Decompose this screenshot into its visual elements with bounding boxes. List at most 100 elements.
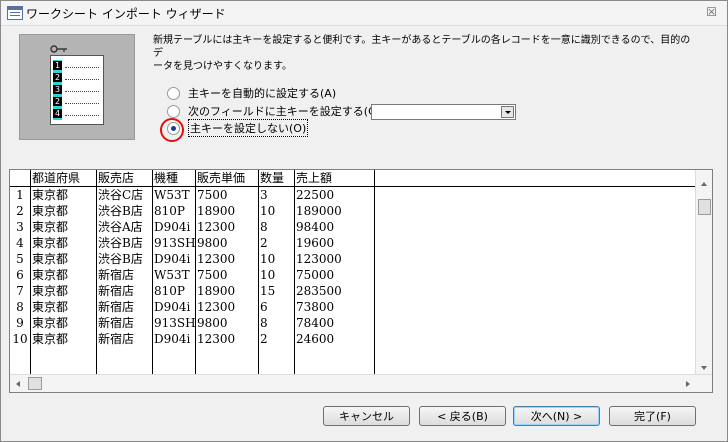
table-cell: 913SH [154, 236, 195, 250]
thumbnail-row: 1 [51, 61, 103, 71]
radio-button[interactable] [167, 86, 180, 100]
table-cell: 24600 [296, 332, 335, 346]
table-row[interactable]: 5 東京都 渋谷B店 D904i 12300 10 123000 [10, 251, 695, 267]
option-auto-key[interactable]: 主キーを自動的に設定する(A) [167, 85, 336, 101]
window-title: ワークシート インポート ウィザード [26, 7, 226, 21]
table-cell: 913SH [154, 316, 195, 330]
table-cell: 73800 [296, 300, 335, 314]
cancel-button[interactable]: キャンセル [323, 406, 410, 426]
table-row[interactable]: 8 東京都 新宿店 D904i 12300 6 73800 [10, 299, 695, 315]
column-header[interactable]: 数量 [258, 170, 294, 186]
scroll-up-icon[interactable] [701, 182, 707, 186]
table-row[interactable]: 4 東京都 渋谷B店 913SH 9800 2 19600 [10, 235, 695, 251]
thumbnail-row-number: 2 [53, 97, 62, 106]
table-cell: 6 [260, 300, 268, 314]
column-header[interactable]: 都道府県 [30, 170, 96, 186]
option-no-key[interactable]: 主キーを設定しない(O) [167, 119, 309, 137]
table-cell: 渋谷B店 [98, 252, 143, 266]
table-cell: 9800 [197, 316, 228, 330]
scroll-right-icon[interactable] [686, 381, 690, 387]
table-cell: 810P [154, 284, 185, 298]
table-cell: 123000 [296, 252, 342, 266]
scroll-left-icon[interactable] [16, 381, 20, 387]
column-header[interactable]: 機種 [152, 170, 195, 186]
row-number: 8 [16, 300, 24, 314]
back-button[interactable]: < 戻る(B) [419, 406, 506, 426]
row-number: 5 [16, 252, 24, 266]
row-number: 9 [16, 316, 24, 330]
table-cell: 12300 [197, 220, 236, 234]
table-row[interactable]: 2 東京都 渋谷B店 810P 18900 10 189000 [10, 203, 695, 219]
form-icon [7, 6, 23, 20]
table-thumbnail: 1 2 3 2 4 [50, 55, 104, 125]
table-cell: 新宿店 [98, 300, 135, 314]
table-cell: 810P [154, 204, 185, 218]
table-cell: D904i [154, 300, 191, 314]
table-cell: D904i [154, 252, 191, 266]
grid-content: 都道府県 販売店 機種 販売単価 数量 売上額 1 東京都 渋谷C店 W53T 7500 3 22500… [10, 170, 695, 374]
scroll-thumb[interactable] [28, 377, 42, 390]
thumbnail-cell [65, 87, 99, 92]
finish-button[interactable]: 完了(F) [609, 406, 696, 426]
table-cell: 3 [260, 188, 268, 202]
table-cell: 19600 [296, 236, 335, 250]
thumbnail-cell [65, 75, 99, 80]
thumbnail-cell [65, 99, 99, 104]
thumbnail-row: 3 [51, 85, 103, 95]
row-number: 2 [16, 204, 24, 218]
table-cell: 2 [260, 332, 268, 346]
table-cell: 新宿店 [98, 316, 135, 330]
table-cell: W53T [154, 268, 190, 282]
table-cell: 18900 [197, 284, 236, 298]
thumbnail-row-number: 2 [53, 73, 62, 82]
table-row[interactable]: 9 東京都 新宿店 913SH 9800 8 78400 [10, 315, 695, 331]
table-row[interactable]: 1 東京都 渋谷C店 W53T 7500 3 22500 [10, 187, 695, 203]
scroll-thumb[interactable] [698, 199, 711, 215]
table-row[interactable]: 3 東京都 渋谷A店 D904i 12300 8 98400 [10, 219, 695, 235]
table-row[interactable]: 10 東京都 新宿店 D904i 12300 2 24600 [10, 331, 695, 347]
table-cell: 東京都 [32, 332, 69, 346]
key-field-select[interactable] [371, 104, 516, 120]
table-cell: D904i [154, 220, 191, 234]
close-icon[interactable]: ☒ [706, 5, 717, 19]
table-cell: 東京都 [32, 236, 69, 250]
thumbnail-row-number: 3 [53, 85, 62, 94]
table-cell: 12300 [197, 300, 236, 314]
table-cell: 78400 [296, 316, 335, 330]
next-button[interactable]: 次へ(N) > [513, 406, 600, 426]
table-cell: W53T [154, 188, 190, 202]
dropdown-arrow-icon[interactable] [501, 106, 514, 118]
column-header[interactable]: 売上額 [294, 170, 374, 186]
table-cell: 新宿店 [98, 268, 135, 282]
table-cell: 75000 [296, 268, 335, 282]
row-number: 10 [12, 332, 28, 346]
horizontal-scrollbar[interactable] [10, 374, 712, 392]
table-row[interactable]: 6 東京都 新宿店 W53T 7500 10 75000 [10, 267, 695, 283]
radio-button[interactable] [167, 104, 180, 118]
option-label: 次のフィールドに主キーを設定する(C) [188, 105, 381, 118]
column-header[interactable]: 販売単価 [195, 170, 258, 186]
table-cell: 15 [260, 284, 276, 298]
table-cell: 7500 [197, 188, 228, 202]
highlight-circle [160, 118, 184, 142]
table-row[interactable]: 7 東京都 新宿店 810P 18900 15 283500 [10, 283, 695, 299]
table-cell: 9800 [197, 236, 228, 250]
table-cell: 189000 [296, 204, 342, 218]
table-cell: 新宿店 [98, 332, 135, 346]
table-cell: 東京都 [32, 284, 69, 298]
thumbnail-cell [65, 111, 99, 116]
primary-key-illustration: 1 2 3 2 4 [19, 34, 135, 140]
table-cell: 8 [260, 316, 268, 330]
table-cell: 2 [260, 236, 268, 250]
thumbnail-cell [65, 63, 99, 68]
thumbnail-row: 4 [51, 109, 103, 119]
row-number: 6 [16, 268, 24, 282]
option-field-key[interactable]: 次のフィールドに主キーを設定する(C) [167, 103, 380, 119]
title-bar: ワークシート インポート ウィザード ☒ [1, 1, 727, 26]
option-label: 主キーを自動的に設定する(A) [188, 87, 337, 100]
column-header[interactable]: 販売店 [96, 170, 152, 186]
table-cell: 98400 [296, 220, 335, 234]
scroll-down-icon[interactable] [701, 366, 707, 370]
vertical-scrollbar[interactable] [695, 170, 712, 374]
table-cell: 渋谷A店 [98, 220, 143, 234]
